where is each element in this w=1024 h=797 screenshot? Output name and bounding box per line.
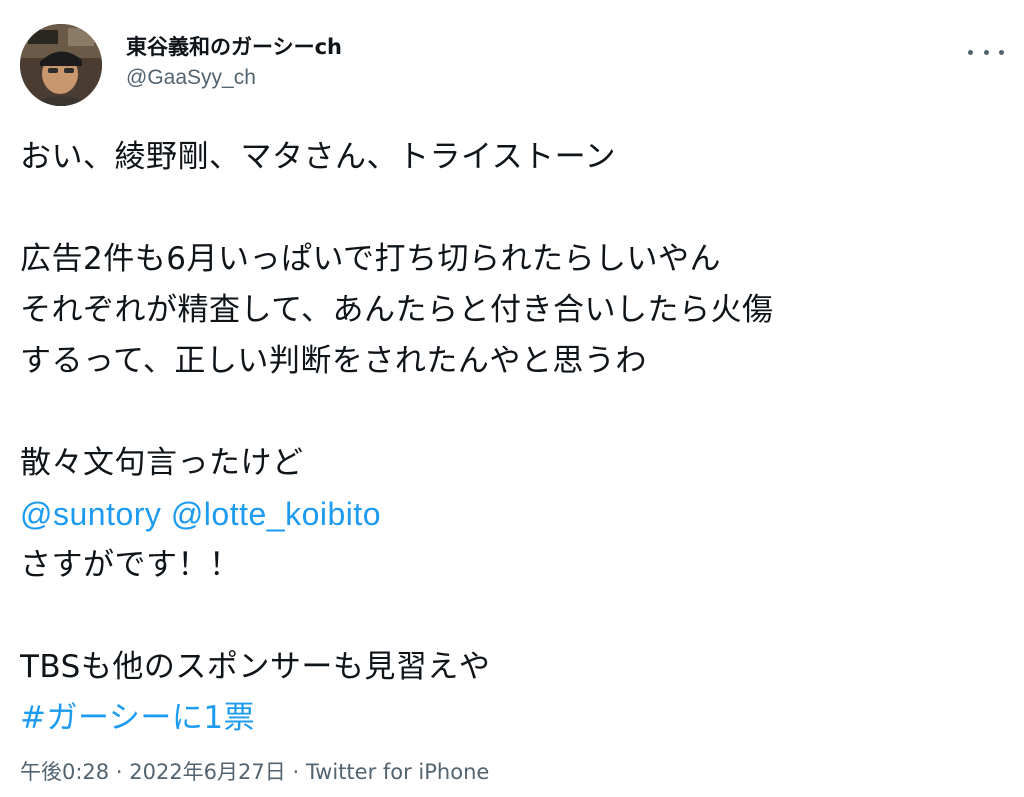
tweet-date[interactable]: 2022年6月27日 xyxy=(129,760,286,784)
tweet-line: さすがです！！ xyxy=(20,547,241,583)
tweet: 東谷義和のガーシーch @GaaSyy_ch おい、綾野剛、マタさん、トライスト… xyxy=(0,0,1024,797)
tweet-line: 散々文句言ったけど xyxy=(20,445,304,481)
dot xyxy=(983,49,989,55)
mentions-line: @suntory @lotte_koibito xyxy=(20,489,1004,540)
tweet-line: するって、正しい判断をされたんやと思うわ xyxy=(20,343,647,379)
author-handle[interactable]: @GaaSyy_ch xyxy=(126,64,342,92)
tweet-line: それぞれが精査して、あんたらと付き合いしたら火傷 xyxy=(20,292,774,328)
avatar-image xyxy=(20,24,102,106)
mention-suntory-link[interactable]: @suntory xyxy=(20,496,161,532)
tweet-source[interactable]: Twitter for iPhone xyxy=(306,760,490,784)
dot xyxy=(968,49,973,55)
tweet-header: 東谷義和のガーシーch @GaaSyy_ch xyxy=(20,24,1004,112)
tweet-line: おい、綾野剛、マタさん、トライストーン xyxy=(20,139,617,175)
hashtag-line: #ガーシーに1票 xyxy=(20,693,1004,744)
tweet-text: おい、綾野剛、マタさん、トライストーン 広告2件も6月いっぱいで打ち切られたらし… xyxy=(20,132,1004,744)
tweet-meta: 午後0:28 · 2022年6月27日 · Twitter for iPhone xyxy=(20,755,489,789)
avatar[interactable] xyxy=(20,24,102,106)
meta-separator: · xyxy=(115,760,123,784)
hashtag-link[interactable]: #ガーシーに1票 xyxy=(20,700,255,736)
tweet-line: 広告2件も6月いっぱいで打ち切られたらしいやん xyxy=(20,241,722,277)
dot xyxy=(999,49,1004,55)
more-horizontal-icon[interactable] xyxy=(968,42,1004,62)
author-names: 東谷義和のガーシーch @GaaSyy_ch xyxy=(126,32,342,92)
author-display-name[interactable]: 東谷義和のガーシーch xyxy=(126,32,342,62)
tweet-line: TBSも他のスポンサーも見習えや xyxy=(20,649,491,685)
meta-separator: · xyxy=(292,760,300,784)
tweet-time[interactable]: 午後0:28 xyxy=(20,760,109,784)
mention-lotte-koibito-link[interactable]: @lotte_koibito xyxy=(171,496,381,532)
